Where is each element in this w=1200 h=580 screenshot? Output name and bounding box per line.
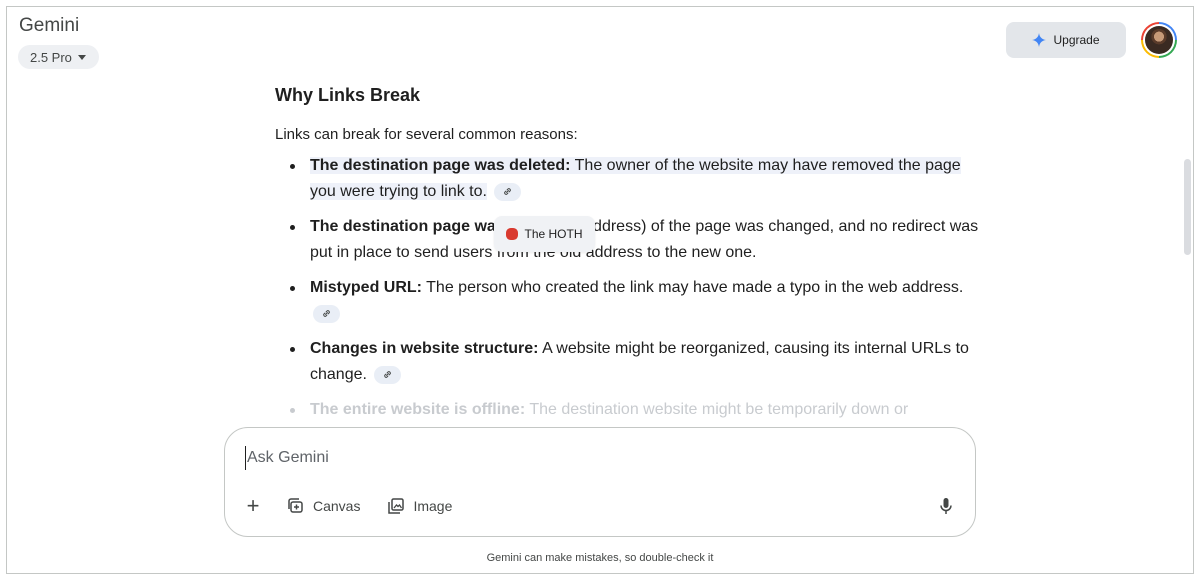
gemini-window: Gemini 2.5 Pro Upgrade Why Links Break L… (6, 6, 1194, 574)
item-body: The destination website might be tempora… (525, 401, 909, 418)
list-item: Changes in website structure: A website … (275, 336, 985, 388)
item-title: Changes in website structure: (310, 340, 539, 357)
list-item: Mistyped URL: The person who created the… (275, 275, 985, 327)
image-button[interactable]: Image (387, 497, 452, 515)
source-link-chip[interactable] (313, 304, 340, 323)
list-item: The destination page wae URL (web addres… (275, 214, 985, 266)
canvas-icon (288, 498, 303, 513)
list-item: The entire website is offline: The desti… (275, 397, 985, 423)
source-link-chip[interactable] (494, 182, 522, 201)
account-avatar[interactable] (1141, 22, 1177, 58)
response-heading: Why Links Break (275, 85, 421, 105)
list-item: The destination page was deleted: The ow… (275, 153, 985, 205)
link-icon (323, 310, 330, 318)
item-title: The destination page was deleted: (310, 157, 571, 174)
item-title: The entire website is offline: (310, 401, 526, 418)
avatar-photo (1145, 26, 1173, 54)
upgrade-label: Upgrade (1053, 33, 1100, 47)
microphone-icon[interactable] (936, 496, 956, 516)
disclaimer-text: Gemini can make mistakes, so double-chec… (486, 552, 714, 564)
canvas-button[interactable]: Canvas (287, 497, 360, 515)
source-name: The HOTH (524, 227, 583, 241)
response-intro: Links can break for several common reaso… (275, 126, 578, 143)
reasons-list: The destination page was deleted: The ow… (275, 153, 985, 423)
scrollbar-thumb[interactable] (1184, 159, 1191, 255)
model-selector[interactable]: 2.5 Pro (18, 45, 99, 69)
item-title: The destination page wa (310, 218, 496, 235)
canvas-label: Canvas (313, 498, 361, 514)
source-link-chip[interactable] (374, 365, 402, 384)
model-label: 2.5 Pro (30, 49, 72, 65)
source-favicon-icon (506, 228, 519, 240)
sparkle-icon (1032, 33, 1047, 47)
app-title: Gemini (19, 15, 80, 36)
response-content: Why Links Break Links can break for seve… (275, 85, 985, 430)
prompt-input[interactable] (245, 446, 935, 470)
image-label: Image (413, 498, 453, 514)
avatar-ring (1143, 24, 1175, 56)
item-body: The person who created the link may have… (422, 279, 964, 296)
link-icon (504, 188, 512, 196)
prompt-composer: + Canvas Image (224, 427, 976, 537)
link-icon (384, 371, 392, 379)
plus-icon[interactable]: + (241, 494, 265, 518)
caret-down-icon (77, 54, 86, 60)
upgrade-button[interactable]: Upgrade (1006, 22, 1126, 58)
source-tooltip[interactable]: The HOTH (494, 216, 595, 252)
image-icon (388, 498, 405, 514)
item-title: Mistyped URL: (310, 279, 422, 296)
composer-toolbar: + Canvas Image (241, 494, 453, 518)
highlighted-text: The destination page was deleted: The ow… (310, 157, 961, 200)
